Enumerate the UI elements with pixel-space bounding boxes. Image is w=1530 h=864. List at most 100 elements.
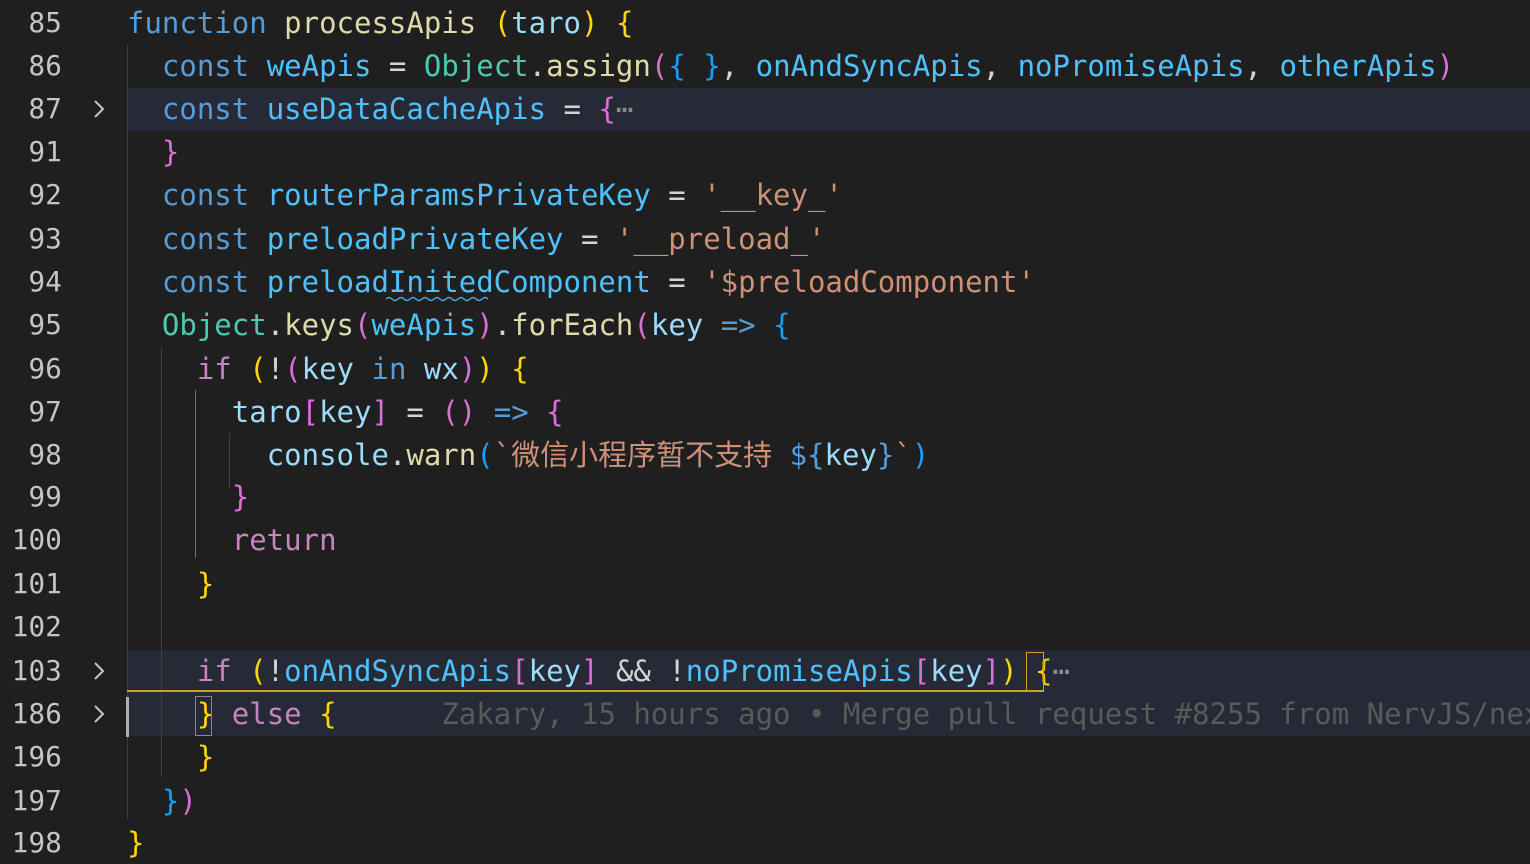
code-text[interactable]: Object.keys(weApis).forEach(key => {: [127, 304, 791, 347]
code-token: ⋯: [615, 92, 634, 126]
fold-chevron-right-icon[interactable]: [88, 98, 110, 120]
code-text[interactable]: }: [127, 822, 144, 864]
line-number: 87: [28, 93, 62, 125]
code-text[interactable]: const routerParamsPrivateKey = '__key_': [127, 174, 843, 217]
line-number: 96: [28, 353, 62, 385]
code-line[interactable]: 101 }: [0, 563, 1530, 606]
code-line[interactable]: 102: [0, 606, 1530, 649]
code-token: !: [266, 352, 285, 386]
code-line[interactable]: 92 const routerParamsPrivateKey = '__key…: [0, 174, 1530, 217]
line-number: 86: [28, 50, 62, 82]
code-token: =>: [720, 308, 756, 342]
code-token: key: [319, 395, 372, 429]
code-text[interactable]: console.warn(`微信小程序暂不支持 ${key}`): [127, 434, 930, 477]
code-text[interactable]: if (!onAndSyncApis[key] && !noPromiseApi…: [127, 650, 1070, 693]
code-token: =>: [493, 395, 529, 429]
code-token: }: [196, 567, 215, 601]
code-text[interactable]: }: [127, 563, 214, 606]
code-line[interactable]: 87 const useDataCacheApis = {⋯: [0, 88, 1530, 131]
code-token: ]: [371, 395, 389, 429]
line-number: 95: [28, 309, 62, 341]
line-number: 186: [11, 698, 62, 730]
fold-chevron-right-icon[interactable]: [88, 660, 110, 682]
code-text[interactable]: }: [127, 131, 179, 174]
line-number: 92: [28, 179, 62, 211]
line-number: 102: [11, 611, 62, 643]
code-token: {: [615, 6, 634, 40]
code-line[interactable]: 96 if (!(key in wx)) {: [0, 348, 1530, 391]
line-number: 103: [11, 655, 62, 687]
code-line[interactable]: 99 }: [0, 476, 1530, 519]
code-line[interactable]: 196 }: [0, 736, 1530, 779]
code-text[interactable]: const preloadPrivateKey = '__preload_': [127, 218, 826, 261]
code-token: `微信小程序暂不支持: [493, 438, 790, 472]
code-token: ): [581, 6, 599, 40]
code-token: {: [546, 395, 564, 429]
code-token: (: [354, 308, 372, 342]
code-token: (: [284, 352, 302, 386]
code-token: ⋯: [1052, 654, 1070, 688]
code-token: noPromiseApis: [1017, 49, 1245, 83]
code-token: ,: [982, 49, 1018, 83]
code-token: .: [266, 308, 285, 342]
code-line[interactable]: 94 const preloadInitedComponent = '$prel…: [0, 261, 1530, 304]
code-text[interactable]: }: [127, 736, 214, 779]
code-text[interactable]: function processApis (taro) {: [127, 2, 633, 45]
code-line[interactable]: 198}: [0, 822, 1530, 864]
code-token: {: [598, 92, 616, 126]
fold-chevron-right-icon[interactable]: [88, 703, 110, 725]
code-token: else: [231, 697, 302, 731]
code-token: ): [1436, 49, 1455, 83]
code-token: in: [371, 352, 407, 386]
code-token: const: [161, 222, 250, 256]
code-token: }: [161, 135, 180, 169]
code-token: (: [476, 438, 494, 472]
code-text[interactable]: }: [127, 476, 249, 519]
line-number: 85: [28, 7, 62, 39]
code-editor[interactable]: 85 function processApis (taro) {86 const …: [0, 0, 1530, 864]
code-line[interactable]: 85 function processApis (taro) {: [0, 2, 1530, 45]
line-number: 196: [11, 741, 62, 773]
code-token: noPromiseApis: [685, 654, 913, 688]
code-token: }: [161, 784, 180, 818]
code-text[interactable]: return: [127, 519, 337, 562]
code-text[interactable]: } else { Zakary, 15 hours ago • Merge pu…: [127, 693, 1530, 736]
code-token: '__key_': [703, 178, 843, 212]
code-line[interactable]: 93 const preloadPrivateKey = '__preload_…: [0, 218, 1530, 261]
code-token: if: [196, 352, 232, 386]
code-line[interactable]: 91 }: [0, 131, 1530, 174]
code-token: ]: [982, 654, 1001, 688]
code-line[interactable]: 98 console.warn(`微信小程序暂不支持 ${key}`): [0, 434, 1530, 477]
code-token: key: [650, 308, 704, 342]
code-token: (: [633, 308, 651, 342]
code-token: (: [493, 6, 512, 40]
code-line[interactable]: 86 const weApis = Object.assign({ }, onA…: [0, 45, 1530, 88]
code-line[interactable]: 97 taro[key] = () => {: [0, 391, 1530, 434]
code-line[interactable]: 95 Object.keys(weApis).forEach(key => {: [0, 304, 1530, 347]
code-token: '$preloadComponent': [703, 265, 1035, 299]
code-text[interactable]: taro[key] = () => {: [127, 391, 564, 434]
code-line[interactable]: 103 if (!onAndSyncApis[key] && !noPromis…: [0, 650, 1530, 693]
code-text[interactable]: }): [127, 780, 197, 823]
code-line[interactable]: 100 return: [0, 519, 1530, 562]
code-line[interactable]: 197 }): [0, 780, 1530, 823]
code-text[interactable]: const preloadInitedComponent = '$preload…: [127, 261, 1035, 304]
code-text[interactable]: if (!(key in wx)) {: [127, 348, 529, 391]
code-token: {: [773, 308, 791, 342]
code-token: ,: [1244, 49, 1280, 83]
code-line[interactable]: 186 } else { Zakary, 15 hours ago • Merg…: [0, 693, 1530, 736]
code-text[interactable]: const weApis = Object.assign({ }, onAndS…: [127, 45, 1454, 88]
code-text[interactable]: const useDataCacheApis = {⋯: [127, 88, 633, 131]
